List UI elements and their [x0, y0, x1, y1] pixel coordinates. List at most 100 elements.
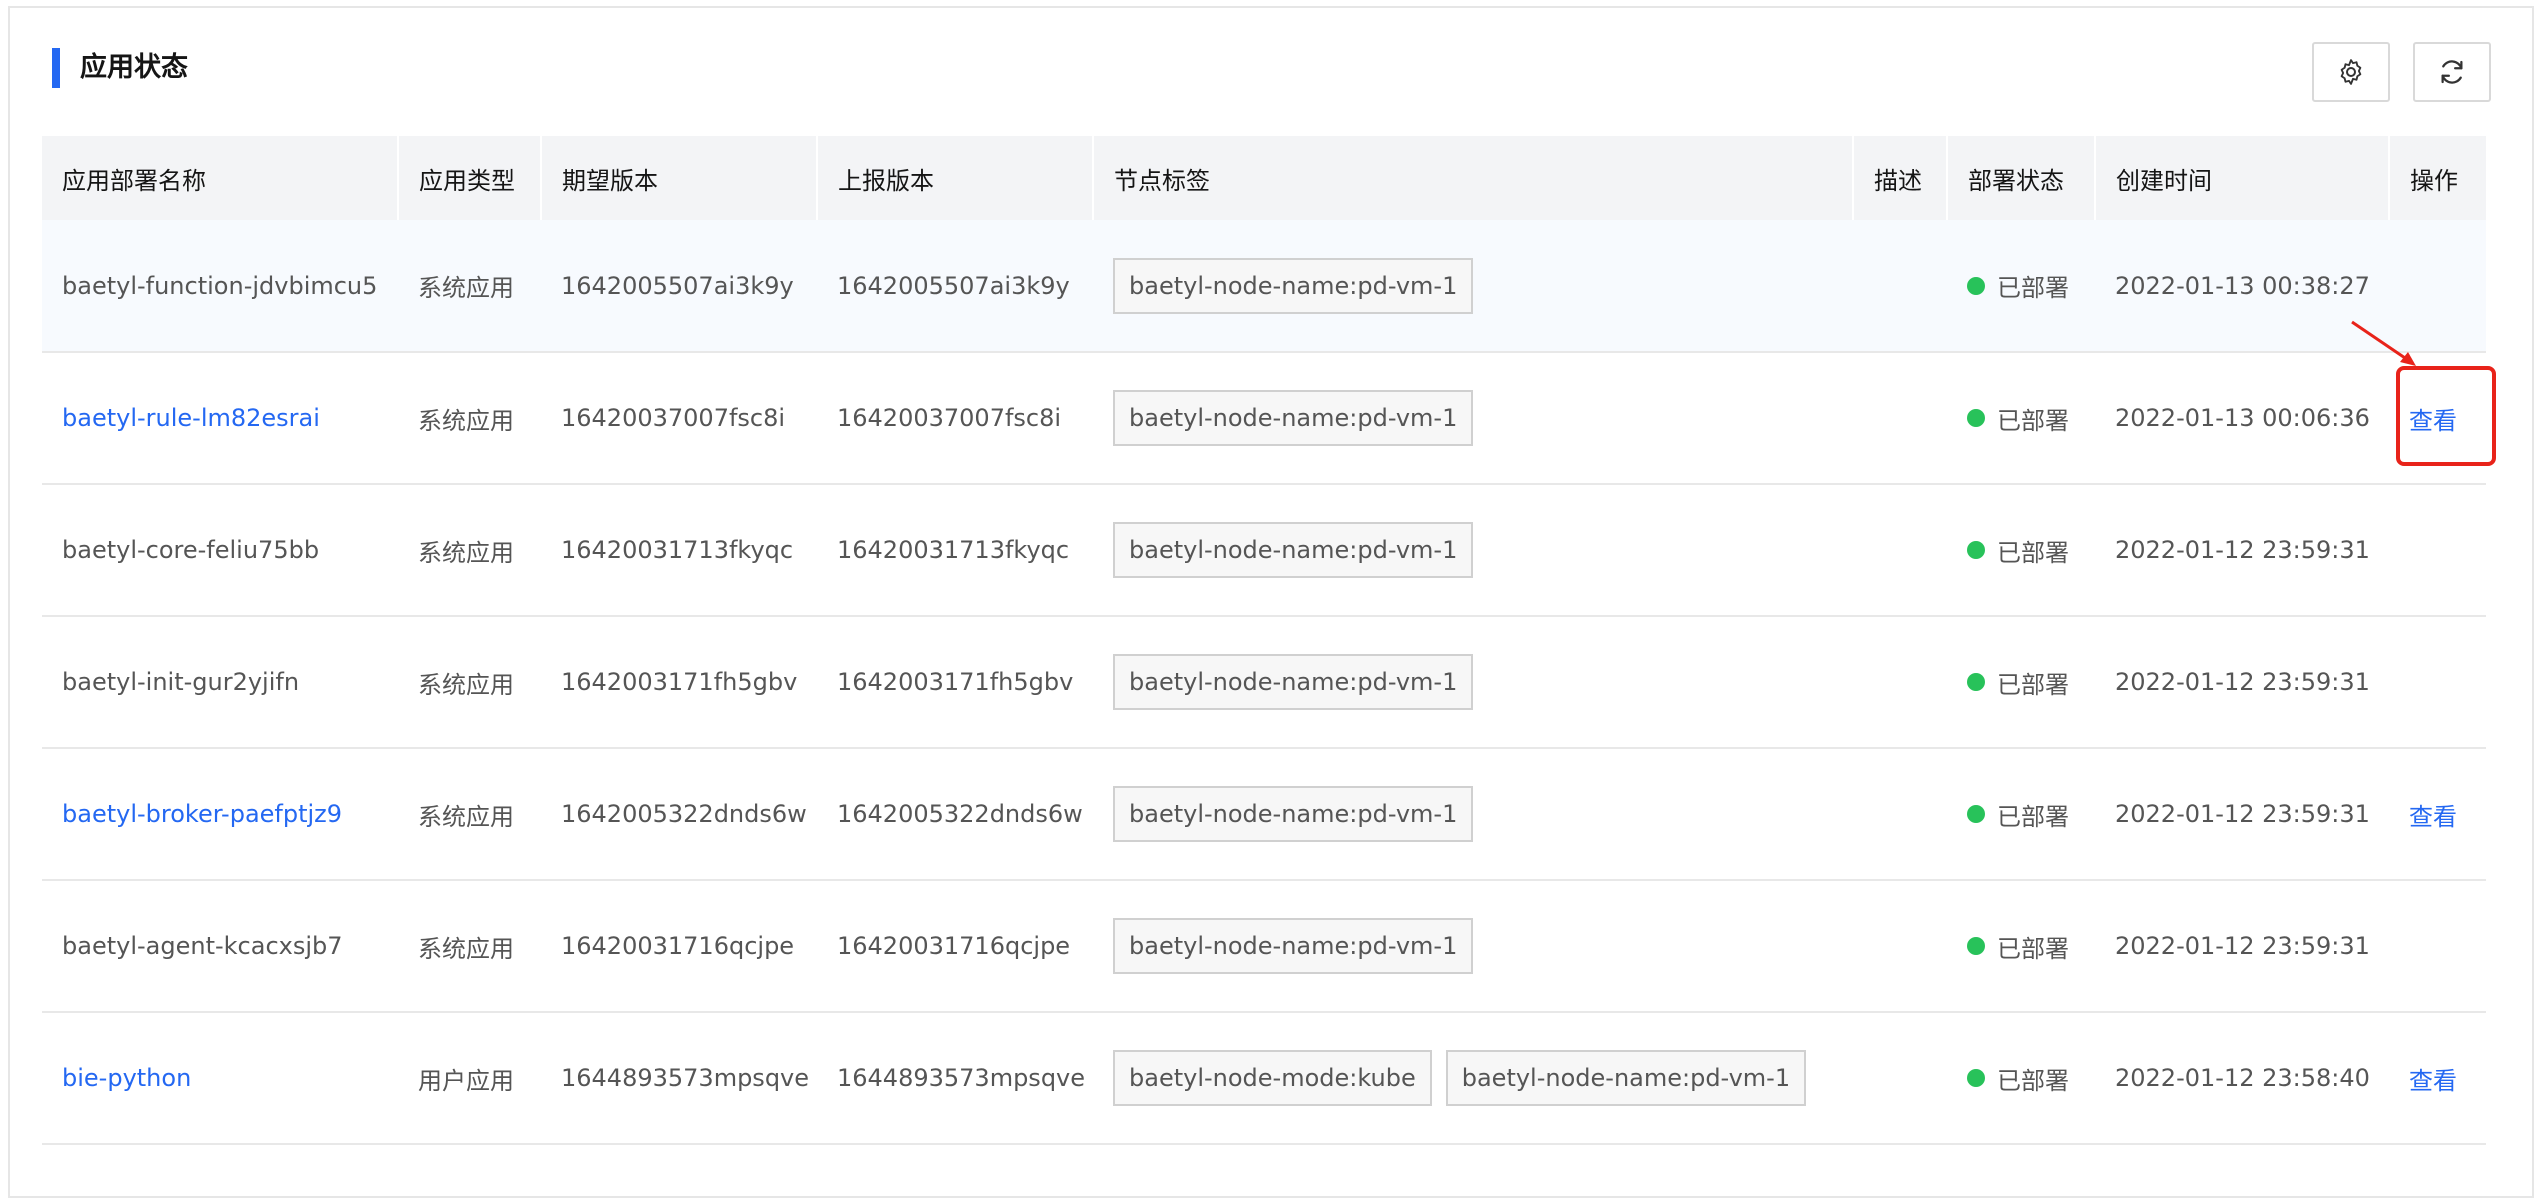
node-tag: baetyl-node-name:pd-vm-1	[1113, 786, 1474, 842]
panel-header: 应用状态	[10, 8, 2532, 138]
table-header-row: 应用部署名称 应用类型 期望版本 上报版本 节点标签 描述 部署状态 创建时间 …	[42, 136, 2486, 220]
expected-version: 16420031716qcjpe	[561, 932, 795, 960]
col-header-created-time: 创建时间	[2095, 136, 2390, 220]
deploy-status: 已部署	[1947, 484, 2095, 616]
reported-version: 1642005507ai3k9y	[837, 271, 1070, 300]
created-time: 2022-01-12 23:58:40	[2115, 1064, 2370, 1092]
node-tag: baetyl-node-name:pd-vm-1	[1113, 257, 1474, 314]
reported-version: 1642005322dnds6w	[837, 800, 1083, 828]
node-tag: baetyl-node-name:pd-vm-1	[1113, 522, 1474, 578]
expected-version: 1642005507ai3k9y	[561, 271, 794, 300]
app-name-link[interactable]: baetyl-broker-paefptjz9	[42, 748, 398, 880]
node-tags: baetyl-node-name:pd-vm-1	[1093, 220, 1853, 352]
annotation-highlight-box	[2396, 366, 2496, 466]
expected-version: 16420031713fkyqc	[561, 536, 794, 564]
refresh-button[interactable]	[2413, 42, 2491, 102]
deploy-status: 已部署	[1947, 616, 2095, 748]
actions-cell	[2389, 484, 2486, 616]
expected-version: 1642003171fh5gbv	[561, 668, 798, 696]
app-name: baetyl-function-jdvbimcu5	[62, 271, 378, 300]
reported-version: 16420031713fkyqc	[837, 536, 1070, 564]
deploy-status: 已部署	[1947, 352, 2095, 484]
status-text: 已部署	[1997, 1066, 2069, 1095]
app-name: baetyl-init-gur2yjifn	[62, 668, 300, 696]
reported-version: 16420031716qcjpe	[837, 932, 1071, 960]
gear-icon	[2340, 59, 2362, 85]
reported-version: 1642003171fh5gbv	[837, 668, 1074, 696]
expected-version: 1642005322dnds6w	[561, 800, 807, 828]
deploy-status: 已部署	[1947, 220, 2095, 352]
table-row: baetyl-init-gur2yjifn 系统应用 1642003171fh5…	[42, 616, 2486, 748]
app-status-table: 应用部署名称 应用类型 期望版本 上报版本 节点标签 描述 部署状态 创建时间 …	[42, 136, 2486, 1145]
description	[1853, 880, 1947, 1012]
status-dot-icon	[1967, 409, 1985, 427]
deploy-status: 已部署	[1947, 748, 2095, 880]
settings-button[interactable]	[2312, 42, 2390, 102]
status-text: 已部署	[1997, 538, 2069, 567]
reported-version: 1644893573mpsqve	[837, 1064, 1086, 1092]
reported-version: 16420037007fsc8i	[837, 404, 1062, 432]
node-tag: baetyl-node-mode:kube	[1113, 1050, 1432, 1106]
view-link[interactable]: 查看	[2409, 1067, 2457, 1095]
node-tags: baetyl-node-name:pd-vm-1	[1093, 748, 1853, 880]
refresh-icon	[2441, 60, 2463, 84]
description	[1853, 1012, 1947, 1144]
status-dot-icon	[1967, 673, 1985, 691]
deploy-status: 已部署	[1947, 880, 2095, 1012]
actions-cell	[2389, 616, 2486, 748]
node-tags: baetyl-node-name:pd-vm-1	[1093, 484, 1853, 616]
app-type: 系统应用	[418, 274, 514, 302]
node-tags: baetyl-node-name:pd-vm-1	[1093, 880, 1853, 1012]
app-type: 系统应用	[418, 538, 514, 567]
created-time: 2022-01-13 00:06:36	[2115, 404, 2370, 432]
app-name-link[interactable]: baetyl-rule-lm82esrai	[42, 352, 398, 484]
view-link[interactable]: 查看	[2409, 803, 2457, 831]
table-row: baetyl-broker-paefptjz9 系统应用 1642005322d…	[42, 748, 2486, 880]
expected-version: 1644893573mpsqve	[561, 1064, 810, 1092]
table-row: baetyl-function-jdvbimcu5 系统应用 164200550…	[42, 220, 2486, 352]
app-type: 系统应用	[418, 802, 514, 831]
col-header-node-tags: 节点标签	[1093, 136, 1854, 220]
page-title: 应用状态	[80, 52, 188, 83]
app-name: baetyl-agent-kcacxsjb7	[62, 932, 343, 960]
node-tags: baetyl-node-mode:kube baetyl-node-name:pd…	[1093, 1012, 1853, 1144]
annotation-arrow-icon	[2351, 320, 2416, 366]
description	[1853, 484, 1947, 616]
expected-version: 16420037007fsc8i	[561, 404, 786, 432]
node-tag: baetyl-node-name:pd-vm-1	[1445, 1050, 1807, 1106]
node-tag: baetyl-node-name:pd-vm-1	[1113, 654, 1474, 710]
col-header-deploy-status: 部署状态	[1947, 136, 2096, 220]
node-tags: baetyl-node-name:pd-vm-1	[1093, 352, 1853, 484]
created-time: 2022-01-12 23:59:31	[2115, 668, 2370, 696]
table-row: baetyl-core-feliu75bb 系统应用 16420031713fk…	[42, 484, 2486, 616]
actions-cell	[2389, 880, 2486, 1012]
created-time: 2022-01-12 23:59:31	[2115, 932, 2370, 960]
status-text: 已部署	[1997, 802, 2069, 831]
created-time: 2022-01-12 23:59:31	[2115, 536, 2370, 564]
status-dot-icon	[1967, 805, 1985, 823]
col-header-reported-version: 上报版本	[817, 136, 1094, 220]
actions-cell: 查看	[2389, 1012, 2486, 1144]
description	[1853, 748, 1947, 880]
app-type: 系统应用	[418, 406, 514, 435]
col-header-actions: 操作	[2410, 166, 2458, 195]
description	[1853, 220, 1947, 352]
col-header-name: 应用部署名称	[42, 136, 399, 220]
created-time: 2022-01-13 00:38:27	[2115, 271, 2370, 300]
actions-cell: 查看	[2389, 748, 2486, 880]
title-accent-bar	[52, 48, 60, 88]
node-tags: baetyl-node-name:pd-vm-1	[1093, 616, 1853, 748]
created-time: 2022-01-12 23:59:31	[2115, 800, 2370, 828]
status-dot-icon	[1967, 1069, 1985, 1087]
col-header-description: 描述	[1853, 136, 1948, 220]
app-type: 系统应用	[418, 670, 514, 699]
table-row: baetyl-rule-lm82esrai 系统应用 16420037007fs…	[42, 352, 2486, 484]
app-name-link[interactable]: bie-python	[42, 1012, 398, 1144]
app-type: 用户应用	[418, 1066, 514, 1095]
app-name: baetyl-core-feliu75bb	[62, 536, 320, 564]
status-dot-icon	[1967, 541, 1985, 559]
status-dot-icon	[1967, 937, 1985, 955]
node-tag: baetyl-node-name:pd-vm-1	[1113, 390, 1474, 446]
deploy-status: 已部署	[1947, 1012, 2095, 1144]
status-text: 已部署	[1997, 406, 2069, 435]
